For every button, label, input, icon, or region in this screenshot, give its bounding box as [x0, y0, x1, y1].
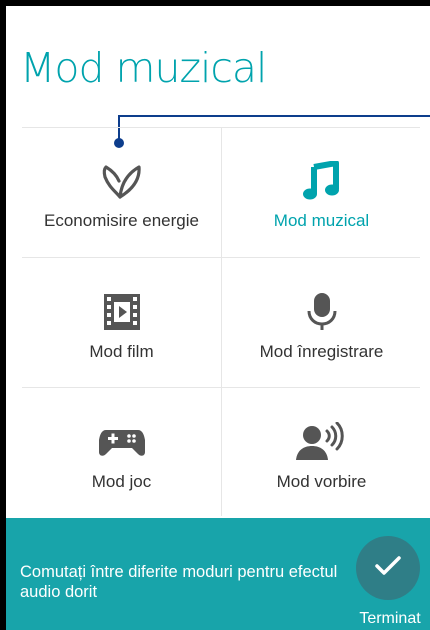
mode-grid: Economisire energie Mod muzical Mod film…	[22, 127, 430, 516]
mode-label: Economisire energie	[44, 211, 199, 230]
mode-game[interactable]: Mod joc	[22, 388, 221, 517]
mode-label: Mod înregistrare	[259, 342, 384, 361]
microphone-icon	[222, 292, 421, 332]
film-icon	[22, 292, 221, 332]
leaf-icon	[22, 161, 221, 201]
mode-label: Mod muzical	[273, 211, 370, 230]
page-title: Mod muzical	[20, 44, 267, 92]
gamepad-icon	[22, 422, 221, 462]
done-button[interactable]	[356, 536, 420, 600]
mode-label: Mod vorbire	[276, 472, 367, 491]
tutorial-guide-line	[118, 115, 430, 117]
tutorial-footer: Comutați între diferite moduri pentru ef…	[6, 518, 430, 630]
tutorial-message: Comutați între diferite moduri pentru ef…	[20, 563, 338, 601]
music-note-icon	[222, 161, 421, 201]
speaking-person-icon	[222, 422, 421, 462]
mode-movie[interactable]: Mod film	[22, 258, 221, 387]
check-icon	[375, 555, 401, 581]
mode-speech[interactable]: Mod vorbire	[222, 388, 421, 517]
screen: Mod muzical Economisire energie Mod muzi…	[0, 0, 430, 630]
mode-power-saving[interactable]: Economisire energie	[22, 127, 221, 256]
mode-music[interactable]: Mod muzical	[222, 127, 421, 256]
mode-recording[interactable]: Mod înregistrare	[222, 258, 421, 387]
mode-label: Mod joc	[91, 472, 152, 491]
done-label[interactable]: Terminat	[350, 610, 430, 628]
mode-label: Mod film	[89, 342, 154, 361]
audio-mode-panel: Mod muzical Economisire energie Mod muzi…	[6, 6, 430, 630]
